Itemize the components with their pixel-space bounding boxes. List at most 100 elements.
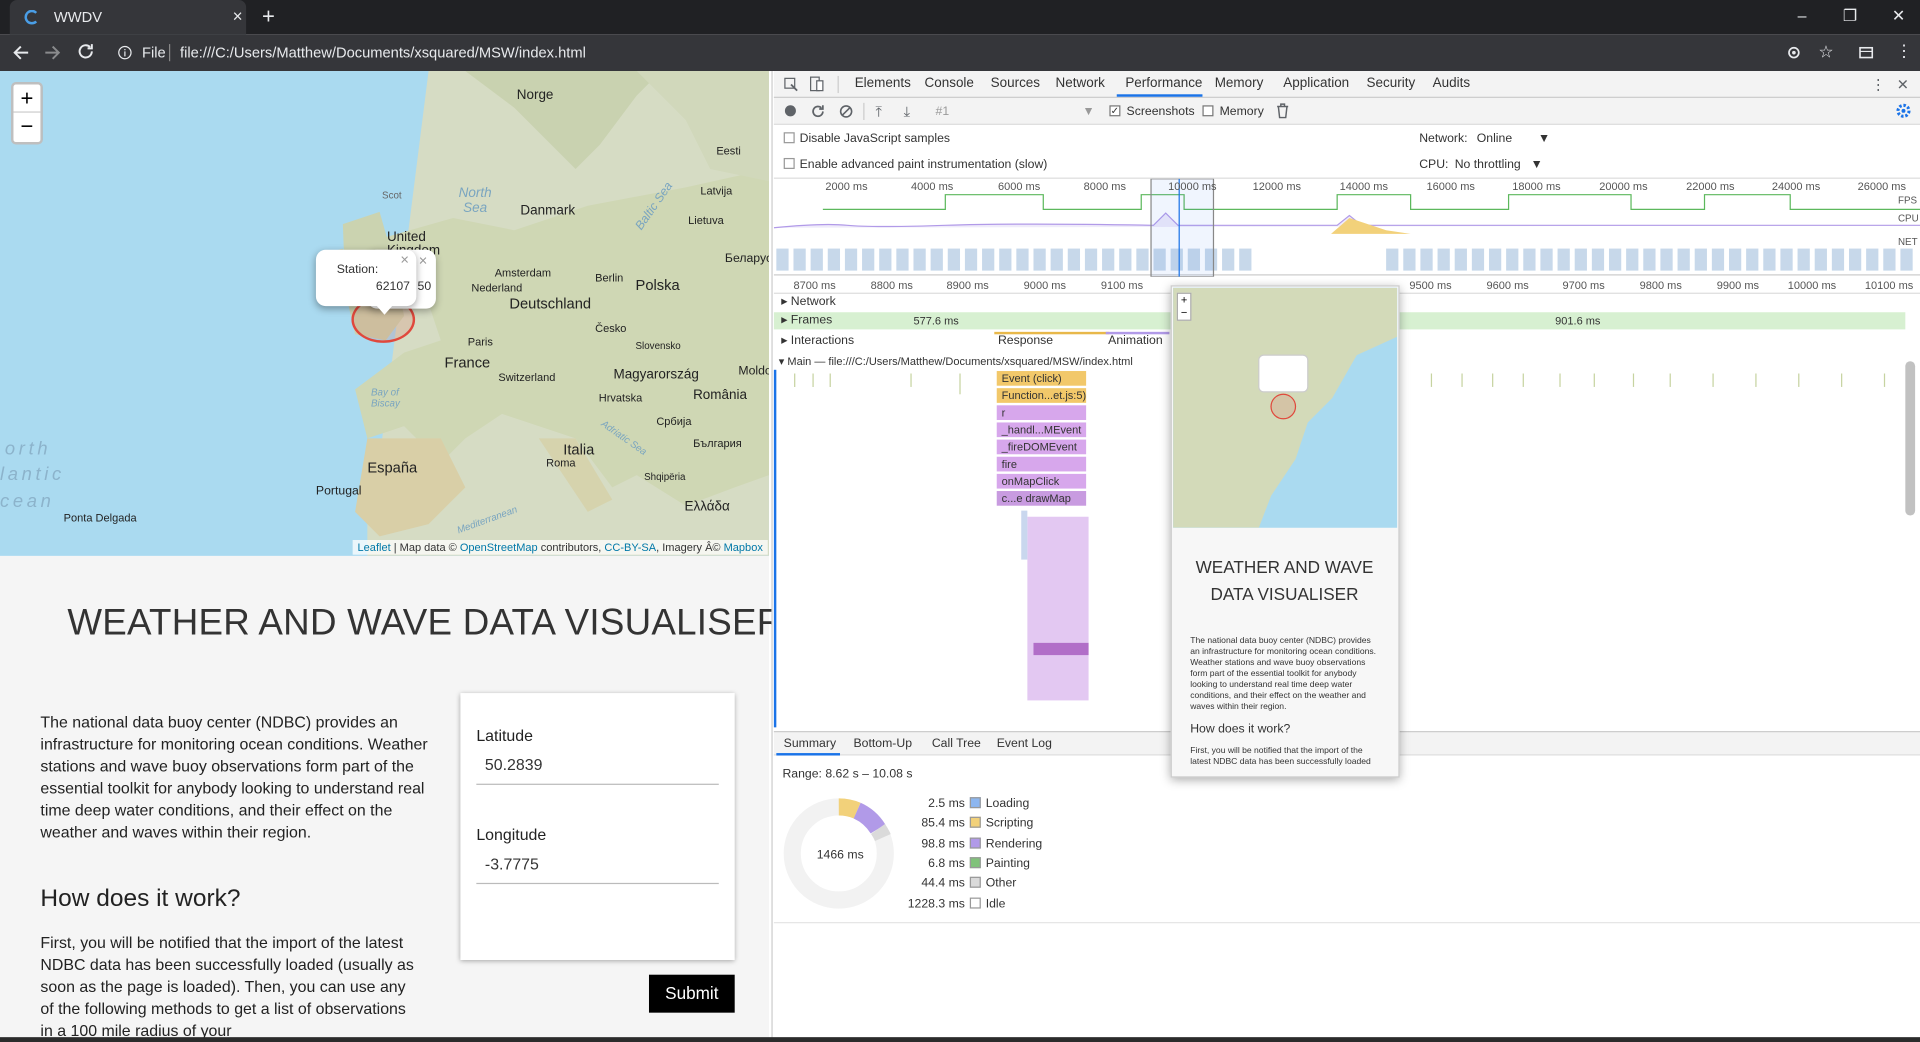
maximize-button[interactable]: ❐ [1843, 6, 1857, 26]
overview-tick: 20000 ms [1599, 180, 1648, 193]
detail-tick: 10100 ms [1864, 279, 1914, 292]
submit-button[interactable]: Submit [648, 974, 735, 1013]
record-icon[interactable] [784, 105, 796, 117]
map-label-switzerland: Switzerland [498, 371, 556, 384]
map-label-slovensko: Slovensko [635, 340, 681, 352]
tab-audits[interactable]: Audits [1433, 76, 1470, 91]
extension-icon[interactable] [1858, 44, 1875, 61]
map-label-croatia: Hrvatska [598, 391, 643, 405]
popup-close-icon[interactable]: × [419, 252, 428, 269]
clear-icon[interactable] [839, 104, 854, 119]
map-label-romania: România [693, 388, 747, 403]
overview-tick: 12000 ms [1252, 180, 1302, 193]
map-label-ponta-delgada: Ponta Delgada [63, 511, 137, 525]
interactions-track-label[interactable]: ▸ Interactions [781, 334, 854, 347]
flame-draw-map[interactable]: c...e drawMap [996, 491, 1087, 506]
active-tab-indicator [1116, 94, 1203, 97]
flame-event-click[interactable]: Event (click) [996, 371, 1087, 386]
reload-record-icon[interactable] [811, 104, 826, 119]
osm-link[interactable]: OpenStreetMap [460, 541, 538, 553]
network-throttle-label: Network: [1419, 132, 1468, 146]
tab-memory[interactable]: Memory [1215, 76, 1264, 91]
popup-partial-value: 50 [417, 280, 432, 294]
url-field[interactable]: File file:///C:/Users/Matthew/Documents/… [108, 40, 1788, 64]
download-icon[interactable]: ⤓ [904, 104, 911, 119]
mapbox-link[interactable]: Mapbox [724, 541, 763, 553]
tab-sources[interactable]: Sources [991, 76, 1040, 91]
popup-station-label: Station: [336, 263, 379, 277]
tab-application[interactable]: Application [1283, 76, 1349, 91]
response-label: Response [997, 334, 1054, 348]
map-label-france: France [444, 353, 491, 372]
new-tab-button[interactable]: + [262, 4, 275, 30]
device-toolbar-icon[interactable] [809, 76, 824, 92]
timeline-overview[interactable]: 2000 ms 4000 ms 6000 ms 8000 ms 10000 ms… [773, 177, 1920, 277]
network-track-label[interactable]: ▸ Network [781, 295, 835, 308]
main-thread-label[interactable]: ▾ Main — file:///C:/Users/Matthew/Docume… [779, 355, 1133, 368]
overview-tick: 8000 ms [1083, 180, 1126, 193]
profile-select[interactable]: #1 [936, 105, 950, 118]
summary-ms: 6.8 ms [928, 857, 965, 871]
map-label-belarus: Беларусь [724, 252, 769, 266]
map-label-bulgaria: България [693, 437, 742, 450]
flame-fire-dom-event[interactable]: _fireDOMEvent [996, 439, 1087, 455]
inspect-icon[interactable] [784, 77, 799, 92]
map-label-espana: España [367, 459, 418, 477]
tab-elements[interactable]: Elements [855, 76, 911, 91]
overview-tick: 14000 ms [1339, 180, 1389, 193]
tab-call-tree[interactable]: Call Tree [932, 737, 981, 750]
summary-swatch [969, 837, 981, 849]
collapse-arrow-icon: ▾ [778, 355, 788, 368]
forward-icon[interactable] [44, 44, 61, 61]
tab-network[interactable]: Network [1056, 76, 1105, 91]
summary-swatch [969, 896, 981, 908]
tab-bottom-up[interactable]: Bottom-Up [853, 737, 912, 750]
tab-console[interactable]: Console [924, 76, 973, 91]
browser-tab[interactable]: WWDV × [9, 0, 247, 35]
back-icon[interactable] [12, 44, 29, 61]
tab-event-log[interactable]: Event Log [997, 737, 1052, 750]
ocean-label-line3: cean [0, 491, 55, 512]
flame-on-map-click[interactable]: onMapClick [996, 473, 1087, 489]
url-text: file:///C:/Users/Matthew/Documents/xsqua… [180, 44, 586, 62]
minimize-button[interactable]: – [1798, 6, 1807, 24]
zoom-in-button[interactable]: + [13, 84, 41, 113]
adv-paint-checkbox[interactable] [783, 157, 795, 169]
network-throttle-select[interactable]: Online [1477, 132, 1512, 145]
tab-security[interactable]: Security [1367, 76, 1416, 91]
devtools-menu-icon[interactable]: ⋮ [1871, 77, 1886, 92]
flame-function[interactable]: Function...et.js:5) [996, 388, 1087, 403]
tab-summary[interactable]: Summary [784, 737, 836, 750]
vertical-scrollbar[interactable] [1905, 361, 1916, 516]
trash-icon[interactable] [1276, 103, 1289, 119]
location-icon[interactable] [1785, 44, 1802, 61]
tab-close-icon[interactable]: × [233, 6, 243, 26]
tab-performance[interactable]: Performance [1125, 76, 1202, 91]
flame-fire[interactable]: fire [996, 456, 1087, 472]
flame-handle-event[interactable]: _handl...MEvent [996, 422, 1087, 438]
cpu-throttle-select[interactable]: No throttling [1455, 158, 1521, 171]
expand-arrow-icon: ▸ [781, 295, 791, 309]
preview-map [1173, 287, 1398, 528]
latitude-underline [476, 783, 719, 785]
latitude-input[interactable]: 50.2839 [485, 756, 543, 774]
memory-checkbox[interactable] [1202, 105, 1214, 117]
bookmark-star-icon[interactable]: ☆ [1818, 42, 1833, 63]
upload-icon[interactable]: ⤒ [876, 104, 883, 119]
disable-js-checkbox[interactable] [783, 132, 795, 144]
settings-gear-icon[interactable] [1896, 103, 1912, 119]
summary-ms: 85.4 ms [921, 817, 965, 831]
close-window-button[interactable]: ✕ [1892, 6, 1905, 26]
screenshots-checkbox[interactable]: ✓ [1109, 105, 1121, 117]
zoom-out-button[interactable]: − [13, 113, 40, 141]
frames-track-label[interactable]: ▸ Frames [781, 313, 832, 326]
leaflet-link[interactable]: Leaflet [358, 541, 391, 553]
flame-r[interactable]: r [996, 405, 1087, 421]
menu-kebab-icon[interactable]: ⋮ [1896, 40, 1913, 61]
devtools-close-icon[interactable]: ✕ [1897, 77, 1909, 92]
reload-icon[interactable] [77, 43, 94, 60]
license-link[interactable]: CC-BY-SA [604, 541, 656, 553]
animation-label: Animation [1108, 334, 1163, 348]
popup-close-icon[interactable]: × [400, 251, 409, 268]
how-paragraph: First, you will be notified that the imp… [40, 933, 414, 1040]
